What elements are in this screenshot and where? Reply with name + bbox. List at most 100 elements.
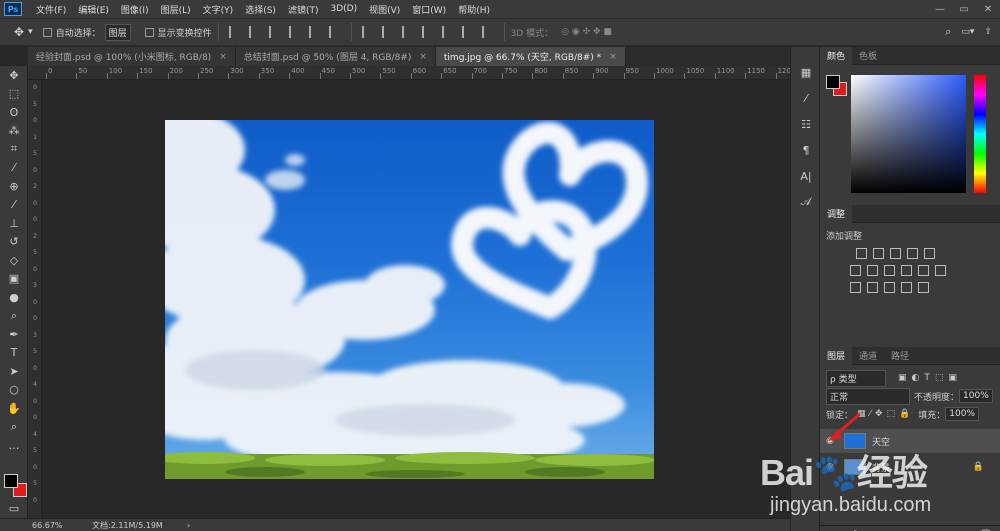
invert-icon[interactable] bbox=[850, 282, 861, 293]
crop-tool-icon[interactable]: ⌗ bbox=[0, 140, 28, 159]
history-brush-icon[interactable]: ↺ bbox=[0, 233, 28, 252]
menu-help[interactable]: 帮助(H) bbox=[452, 3, 496, 16]
tab-channels[interactable]: 通道 bbox=[852, 347, 884, 365]
tab-paths[interactable]: 路径 bbox=[884, 347, 916, 365]
menu-view[interactable]: 视图(V) bbox=[363, 3, 406, 16]
hue-sat-icon[interactable] bbox=[850, 265, 861, 276]
distribute-top-icon[interactable] bbox=[361, 26, 374, 38]
document-image[interactable] bbox=[165, 120, 654, 479]
healing-brush-icon[interactable]: ⊕ bbox=[0, 177, 28, 196]
layer-kind-filter[interactable]: ρ 类型 bbox=[826, 369, 886, 387]
exposure-icon[interactable] bbox=[907, 248, 918, 259]
distribute-left-icon[interactable] bbox=[421, 26, 434, 38]
marquee-tool-icon[interactable]: ⬚ bbox=[0, 85, 28, 104]
selective-color-icon[interactable] bbox=[901, 282, 912, 293]
type-tool-icon[interactable]: T bbox=[0, 344, 28, 363]
align-right-icon[interactable] bbox=[328, 26, 341, 38]
distribute-vcenter-icon[interactable] bbox=[381, 26, 394, 38]
tab-doc-2[interactable]: 总结封面.psd @ 50% (图层 4, RGB/8#) × bbox=[235, 47, 436, 66]
chevron-down-icon[interactable]: ▾ bbox=[28, 27, 33, 37]
close-icon[interactable]: ✕ bbox=[976, 0, 1000, 18]
menu-layer[interactable]: 图层(L) bbox=[155, 3, 197, 16]
move-tool-icon[interactable]: ✥ bbox=[0, 66, 28, 85]
canvas-area[interactable] bbox=[42, 80, 790, 518]
tab-swatches[interactable]: 色板 bbox=[852, 47, 884, 65]
menu-type[interactable]: 文字(Y) bbox=[197, 3, 240, 16]
menu-window[interactable]: 窗口(W) bbox=[406, 3, 452, 16]
ellipse-tool-icon[interactable]: ○ bbox=[0, 381, 28, 400]
auto-align-icon[interactable] bbox=[481, 26, 494, 38]
blur-tool-icon[interactable]: ● bbox=[0, 288, 28, 307]
distribute-hcenter-icon[interactable] bbox=[441, 26, 454, 38]
glyphs-icon[interactable]: 𝒜 bbox=[791, 189, 821, 215]
magic-wand-icon[interactable]: ⁂ bbox=[0, 122, 28, 141]
blend-mode-select[interactable]: 正常 bbox=[826, 387, 910, 405]
auto-select-checkbox[interactable] bbox=[42, 27, 52, 37]
dodge-tool-icon[interactable]: ⌕ bbox=[0, 307, 28, 326]
auto-select-dropdown[interactable]: 图层 bbox=[104, 23, 131, 41]
close-icon[interactable]: × bbox=[609, 52, 617, 62]
menu-filter[interactable]: 滤镜(T) bbox=[282, 3, 325, 16]
opacity-input[interactable]: 100% bbox=[959, 389, 993, 403]
color-swatches[interactable] bbox=[4, 474, 28, 498]
hue-slider[interactable] bbox=[974, 75, 986, 193]
gradient-map-icon[interactable] bbox=[918, 282, 929, 293]
stamp-tool-icon[interactable]: ⊥ bbox=[0, 214, 28, 233]
distribute-right-icon[interactable] bbox=[461, 26, 474, 38]
lasso-tool-icon[interactable]: ʘ bbox=[0, 103, 28, 122]
move-tool-icon[interactable]: ✥ bbox=[14, 25, 24, 39]
tab-adjustments[interactable]: 调整 bbox=[820, 204, 853, 223]
brightness-icon[interactable] bbox=[856, 248, 867, 259]
minimize-icon[interactable]: — bbox=[928, 0, 952, 18]
menu-3d[interactable]: 3D(D) bbox=[324, 4, 363, 14]
align-left-icon[interactable] bbox=[288, 26, 301, 38]
3d-rotate-icon[interactable]: ◎ ◉ ✣ ✥ ■ bbox=[561, 27, 612, 37]
channel-mixer-icon[interactable] bbox=[918, 265, 929, 276]
tab-doc-3[interactable]: timg.jpg @ 66.7% (天空, RGB/8#) * × bbox=[435, 47, 626, 66]
tab-doc-1[interactable]: 经验封面.psd @ 100% (小米图标, RGB/8) × bbox=[28, 47, 236, 66]
tab-color[interactable]: 颜色 bbox=[820, 46, 853, 65]
align-bottom-icon[interactable] bbox=[268, 26, 281, 38]
show-transform-checkbox[interactable] bbox=[144, 27, 154, 37]
share-icon[interactable]: ⇪ bbox=[984, 27, 992, 37]
character-icon[interactable]: A| bbox=[791, 163, 821, 189]
threshold-icon[interactable] bbox=[884, 282, 895, 293]
black-white-icon[interactable] bbox=[884, 265, 895, 276]
eraser-tool-icon[interactable]: ◇ bbox=[0, 251, 28, 270]
paragraph-icon[interactable]: ¶ bbox=[791, 137, 821, 163]
zoom-level[interactable]: 66.67% bbox=[32, 521, 92, 530]
align-vcenter-icon[interactable] bbox=[248, 26, 261, 38]
close-icon[interactable]: × bbox=[219, 52, 227, 62]
pen-tool-icon[interactable]: ✒ bbox=[0, 325, 28, 344]
photo-filter-icon[interactable] bbox=[901, 265, 912, 276]
tab-layers[interactable]: 图层 bbox=[820, 346, 853, 365]
eyedropper-icon[interactable]: ⁄ bbox=[0, 159, 28, 178]
menu-file[interactable]: 文件(F) bbox=[30, 3, 72, 16]
levels-icon[interactable] bbox=[873, 248, 884, 259]
gradient-tool-icon[interactable]: ▣ bbox=[0, 270, 28, 289]
color-balance-icon[interactable] bbox=[867, 265, 878, 276]
more-tools-icon[interactable]: … bbox=[0, 436, 28, 455]
align-top-icon[interactable] bbox=[228, 26, 241, 38]
menu-image[interactable]: 图像(I) bbox=[115, 3, 155, 16]
foreground-color-swatch[interactable] bbox=[4, 474, 18, 488]
zoom-tool-icon[interactable]: ⌕ bbox=[0, 418, 28, 437]
posterize-icon[interactable] bbox=[867, 282, 878, 293]
history-icon[interactable]: ▦ bbox=[791, 59, 821, 85]
close-icon[interactable]: × bbox=[419, 52, 427, 62]
brush-tool-icon[interactable]: ⁄ bbox=[0, 196, 28, 215]
color-lookup-icon[interactable] bbox=[935, 265, 946, 276]
filter-icons[interactable]: ▣◐T⬚▣ bbox=[898, 373, 962, 383]
menu-edit[interactable]: 编辑(E) bbox=[72, 3, 115, 16]
vibrance-icon[interactable] bbox=[924, 248, 935, 259]
maximize-icon[interactable]: ▭ bbox=[952, 0, 976, 18]
path-select-icon[interactable]: ➤ bbox=[0, 362, 28, 381]
quick-mask-icon[interactable]: ▭ bbox=[0, 500, 28, 519]
lock-icons[interactable]: ▦⁄✥⬚🔒 bbox=[857, 409, 914, 419]
fill-input[interactable]: 100% bbox=[945, 407, 980, 421]
workspace-icon[interactable]: ▭▾ bbox=[961, 27, 974, 37]
foreground-color-swatch[interactable] bbox=[826, 75, 840, 89]
align-hcenter-icon[interactable] bbox=[308, 26, 321, 38]
properties-icon[interactable]: ☷ bbox=[791, 111, 821, 137]
search-icon[interactable]: ⌕ bbox=[945, 25, 951, 39]
